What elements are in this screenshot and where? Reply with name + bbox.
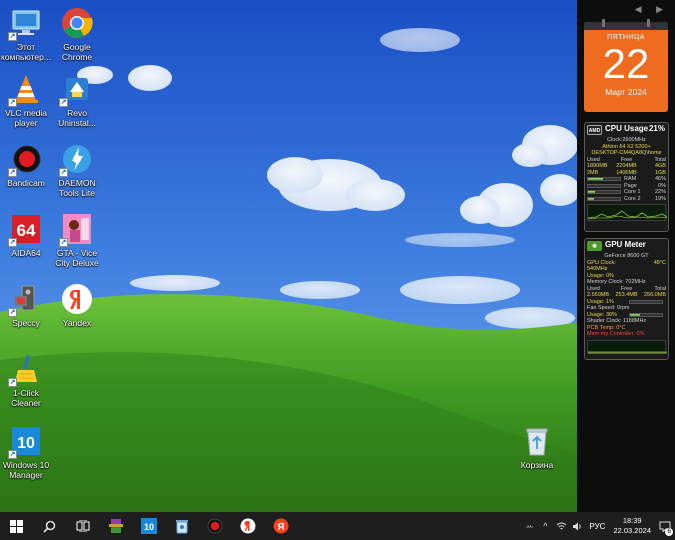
language-indicator[interactable]: РУС: [585, 522, 609, 531]
desktop-icon-recycle-bin[interactable]: Корзина: [511, 424, 563, 470]
yandex-browser-icon: [240, 518, 255, 534]
gpu-history-graph: [587, 339, 667, 354]
desktop-icon-label: Этот компьютер...: [1, 42, 51, 62]
desktop-icon-label: Windows 10 Manager: [2, 460, 50, 480]
clock-time: 18:39: [622, 516, 642, 525]
aida64-icon: 64 ↗: [8, 212, 43, 247]
svg-text:10: 10: [143, 522, 153, 532]
notification-count: 6: [665, 528, 673, 536]
desktop-icon-label: Speccy: [12, 318, 40, 328]
clock-date: 22.03.2024: [613, 526, 651, 535]
taskbar-yandex-app[interactable]: Я: [264, 512, 297, 540]
clock[interactable]: 18:39 22.03.2024: [609, 516, 655, 536]
windows10-manager-icon: 10 ↗: [8, 424, 43, 459]
desktop: ↗ Этот компьютер... Google Chrome ↗ VLC …: [0, 0, 675, 512]
cpu-history-graph: [587, 204, 668, 221]
svg-text:10: 10: [17, 435, 35, 452]
desktop-icon-label: Yandex: [62, 318, 92, 328]
calendar-month-year: Март 2024: [605, 87, 647, 97]
speccy-icon: ↗: [8, 282, 43, 317]
svg-text:Я: Я: [277, 522, 284, 533]
task-view-button[interactable]: [66, 512, 99, 540]
gpu-memory-controller: Mem my Controller: 0%: [587, 331, 645, 337]
core2-meter: Core 2 19%: [585, 196, 668, 203]
desktop-icon-vlc[interactable]: ↗ VLC media player: [0, 72, 52, 128]
yandex-icon: [60, 282, 94, 316]
calendar-day: 22: [602, 40, 650, 87]
cpu-gadget-title: CPU Usage: [605, 124, 649, 133]
desktop-icon-yandex[interactable]: Yandex: [51, 282, 103, 328]
desktop-icon-label: VLC media player: [4, 108, 48, 128]
desktop-icon-label: AIDA64: [11, 248, 41, 258]
desktop-icon-label: Revo Uninstal...: [58, 108, 96, 128]
desktop-icon-label: Bandicam: [7, 178, 45, 188]
chevron-up-icon[interactable]: ^: [537, 512, 553, 540]
gpu-gadget-title: GPU Meter: [605, 240, 646, 249]
desktop-icon-label: GTA - Vice City Deluxe: [55, 248, 99, 268]
desktop-icon-bandicam[interactable]: ↗ Bandicam: [0, 142, 52, 188]
search-icon: [43, 520, 56, 533]
gpu-clock-row: GPU Clock: 540MHz 48°C: [587, 259, 666, 273]
taskbar-winrar[interactable]: [99, 512, 132, 540]
desktop-icon-label: Google Chrome: [61, 42, 93, 62]
desktop-icon-revo-uninstaller[interactable]: ↗ Revo Uninstal...: [51, 72, 103, 128]
desktop-icon-1-click-cleaner[interactable]: ↗ 1-Click Cleaner: [0, 352, 52, 408]
desktop-icon-gta-vice-city[interactable]: ↗ GTA - Vice City Deluxe: [51, 212, 103, 268]
broom-cleaner-icon: ↗: [8, 352, 43, 387]
sidebar-nav[interactable]: ◀ ▶: [635, 4, 669, 15]
daemon-tools-icon: ↗: [59, 142, 94, 177]
taskbar-bandicam[interactable]: [198, 512, 231, 540]
search-button[interactable]: [33, 512, 66, 540]
nvidia-logo-icon: ◉: [587, 241, 602, 251]
computer-icon: ↗: [8, 6, 43, 41]
svg-text:64: 64: [17, 221, 36, 240]
chrome-icon: [60, 6, 94, 40]
calendar-gadget[interactable]: ПЯТНИЦА 22 Март 2024: [584, 19, 668, 112]
windows10-manager-icon: 10: [140, 518, 157, 534]
desktop-icon-speccy[interactable]: ↗ Speccy: [0, 282, 52, 328]
network-icon[interactable]: [553, 512, 569, 540]
bandicam-icon: [207, 518, 222, 534]
gta-vice-city-icon: ↗: [59, 212, 94, 247]
taskbar-revo-uninstaller[interactable]: [165, 512, 198, 540]
desktop-icon-google-chrome[interactable]: Google Chrome: [51, 6, 103, 62]
start-button[interactable]: [0, 512, 33, 540]
cpu-usage-gadget[interactable]: AMD CPU Usage 21% Clock:2600MHz Athlon 6…: [584, 122, 669, 232]
desktop-icon-aida64[interactable]: 64 ↗ AIDA64: [0, 212, 52, 258]
action-center-button[interactable]: 6: [655, 512, 675, 540]
desktop-icon-windows-10-manager[interactable]: 10 ↗ Windows 10 Manager: [0, 424, 52, 480]
revo-uninstaller-icon: [175, 520, 188, 534]
vlc-cone-icon: ↗: [8, 72, 43, 107]
taskbar: 10 Я ꕀ ^ РУС 18:39 22.03.2024 6: [0, 512, 675, 540]
revo-uninstaller-icon: ↗: [59, 72, 94, 107]
volume-icon[interactable]: [569, 512, 585, 540]
system-tray: ꕀ ^ РУС 18:39 22.03.2024 6: [521, 512, 675, 540]
recycle-bin-icon: [520, 424, 554, 458]
windows-logo-icon: [10, 519, 23, 533]
desktop-icon-label: 1-Click Cleaner: [11, 388, 41, 408]
gpu-meter-gadget[interactable]: ◉ GPU Meter GeForce 8600 GT GPU Clock: 5…: [584, 238, 669, 360]
bandicam-icon: ↗: [8, 142, 43, 177]
task-view-icon: [76, 520, 89, 532]
taskbar-windows10-manager[interactable]: 10: [132, 512, 165, 540]
people-icon[interactable]: ꕀ: [521, 512, 537, 540]
amd-logo-icon: AMD: [587, 125, 602, 135]
taskbar-yandex-browser[interactable]: [231, 512, 264, 540]
desktop-icon-label: Корзина: [520, 460, 554, 470]
yandex-app-icon: Я: [273, 518, 288, 534]
desktop-icon-daemon-tools[interactable]: ↗ DAEMON Tools Lite: [51, 142, 103, 198]
desktop-icon-this-pc[interactable]: ↗ Этот компьютер...: [0, 6, 52, 62]
desktop-icon-label: DAEMON Tools Lite: [58, 178, 96, 198]
cpu-percent: 21%: [648, 124, 665, 133]
winrar-icon: [108, 519, 123, 533]
